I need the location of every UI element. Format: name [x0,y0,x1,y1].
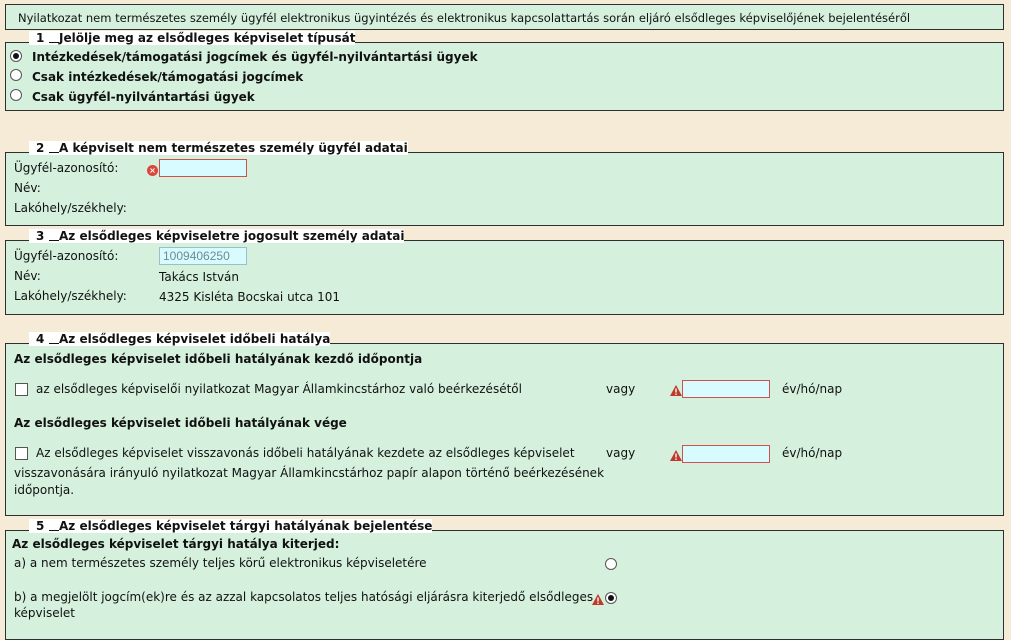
section-2-legend: 2 A képviselt nem természetes személy üg… [29,141,408,155]
end-on-revocation-line2: visszavonására irányuló nyilatkozat Magy… [14,466,605,480]
scope-option-a-radio[interactable] [605,558,617,570]
scope-heading: Az elsődleges képviselet tárgyi hatálya … [12,537,340,551]
representative-address-label: Lakóhely/székhely: [14,289,127,303]
client-name-label: Név: [14,181,41,195]
radio-type-measures[interactable] [10,69,22,81]
scope-option-b-radio[interactable] [605,592,617,604]
scope-option-b-line2: képviselet [14,606,76,620]
section-1-legend: 1 Jelölje meg az elsődleges képviselet t… [29,31,356,45]
section-4-number: 4 [36,332,45,346]
representative-id-label: Ügyfél-azonosító: [14,249,119,263]
radio-type-measures-label: Csak intézkedések/támogatási jogcímek [32,70,304,84]
section-1-title: Jelölje meg az elsődleges képviselet típ… [59,31,356,45]
radio-type-registry[interactable] [10,89,22,101]
start-or-label: vagy [606,382,636,396]
radio-type-all[interactable] [10,50,22,62]
section-3-legend: 3 Az elsődleges képviseletre jogosult sz… [29,229,405,243]
end-on-revocation-checkbox[interactable] [15,447,28,460]
end-on-revocation-line1: Az elsődleges képviselet visszavonás idő… [36,446,575,460]
representative-address-value: 4325 Kisléta Bocskai utca 101 [159,290,341,304]
representative-id-input[interactable] [159,247,247,265]
warning-icon [670,385,682,396]
start-date-input[interactable] [682,380,770,398]
section-2-panel [5,152,1004,226]
error-icon: × [147,165,158,176]
section-5-title: Az elsődleges képviselet tárgyi hatályán… [59,519,433,533]
client-id-label: Ügyfél-azonosító: [14,161,119,175]
section-2-number: 2 [36,141,45,155]
end-heading: Az elsődleges képviselet időbeli hatályá… [14,416,347,430]
start-on-receipt-label: az elsődleges képviselői nyilatkozat Mag… [36,382,522,396]
section-4-title: Az elsődleges képviselet időbeli hatálya [59,332,331,346]
representative-name-label: Név: [14,269,41,283]
radio-type-registry-label: Csak ügyfél-nyilvántartási ügyek [32,90,255,104]
form-title: Nyilatkozat nem természetes személy ügyf… [5,4,1004,30]
end-on-revocation-line3: időpontja. [14,483,75,497]
scope-option-a-label: a) a nem természetes személy teljes körű… [14,556,427,570]
end-date-unit: év/hó/nap [782,446,843,460]
section-4-legend: 4 Az elsődleges képviselet időbeli hatál… [29,332,331,346]
scope-option-b-line1: b) a megjelölt jogcím(ek)re és az azzal … [14,590,594,604]
client-address-label: Lakóhely/székhely: [14,201,127,215]
representative-name-value: Takács István [159,270,240,284]
end-date-input[interactable] [682,445,770,463]
section-2-title: A képviselt nem természetes személy ügyf… [59,141,408,155]
section-3-number: 3 [36,229,45,243]
start-on-receipt-checkbox[interactable] [15,383,28,396]
client-id-input[interactable] [159,159,247,177]
form-title-text: Nyilatkozat nem természetes személy ügyf… [18,11,911,25]
start-date-unit: év/hó/nap [782,382,843,396]
warning-icon [670,450,682,461]
section-1-number: 1 [36,31,45,45]
section-3-title: Az elsődleges képviseletre jogosult szem… [59,229,405,243]
warning-icon [592,594,604,605]
end-or-label: vagy [606,446,636,460]
section-5-legend: 5 Az elsődleges képviselet tárgyi hatály… [29,519,433,533]
section-3-panel [5,240,1004,315]
section-5-number: 5 [36,519,45,533]
radio-type-all-label: Intézkedések/támogatási jogcímek és ügyf… [32,50,478,64]
start-heading: Az elsődleges képviselet időbeli hatályá… [14,352,423,366]
